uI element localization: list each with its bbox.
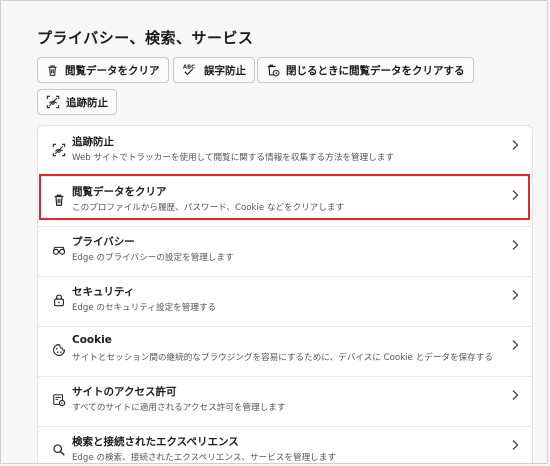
row-description: すべてのサイトに適用されるアクセス許可を管理します xyxy=(72,403,286,413)
spellcheck-icon: ABC xyxy=(183,64,195,76)
settings-row-tracking-prevention[interactable]: 追跡防止 Web サイトでトラッカーを使用して閲覧に関する情報を収集する方法を管… xyxy=(38,126,532,176)
page-title: プライバシー、検索、サービス xyxy=(37,29,254,47)
row-description: Web サイトでトラッカーを使用して閲覧に関する情報を収集する方法を管理します xyxy=(72,153,394,163)
settings-row-cookie[interactable]: Cookie サイトとセッション間の継続的なブラウジングを容易にするために、デバ… xyxy=(38,326,532,376)
settings-page: プライバシー、検索、サービス 閲覧データをクリア ABC 誤字防止 閉じるときに… xyxy=(0,0,548,464)
lock-icon xyxy=(54,294,64,307)
spellcheck-chip[interactable]: ABC 誤字防止 xyxy=(173,57,255,83)
row-title: セキュリティ xyxy=(72,286,135,298)
row-title: サイトのアクセス許可 xyxy=(72,386,177,398)
row-description: Edge のプライバシーの設定を管理します xyxy=(72,253,234,263)
chevron-right-icon xyxy=(512,240,519,250)
chevron-right-icon xyxy=(512,440,519,450)
tracking-prevention-icon xyxy=(52,143,66,157)
chip-label: 閲覧データをクリア xyxy=(65,64,160,77)
tracking-prevention-icon xyxy=(46,95,60,109)
row-description: サイトとセッション間の継続的なブラウジングを容易にするために、デバイスに Coo… xyxy=(72,353,493,363)
site-permissions-icon xyxy=(53,394,66,407)
chip-label: 誤字防止 xyxy=(204,64,246,77)
clear-on-close-chip[interactable]: 閉じるときに閲覧データをクリアする xyxy=(257,57,474,83)
chevron-right-icon xyxy=(512,390,519,400)
settings-row-security[interactable]: セキュリティ Edge のセキュリティ設定を管理する xyxy=(38,276,532,326)
row-description: Edge の検索、接続されたエクスペリエンス、サービスを管理します xyxy=(72,453,336,463)
row-title: プライバシー xyxy=(72,236,135,248)
chevron-right-icon xyxy=(512,140,519,150)
search-icon xyxy=(53,444,65,456)
tracking-prevention-chip[interactable]: 追跡防止 xyxy=(37,89,117,115)
svg-text:ABC: ABC xyxy=(183,64,195,70)
chevron-right-icon xyxy=(512,290,519,300)
settings-row-search-services[interactable]: 検索と接続されたエクスペリエンス Edge の検索、接続されたエクスペリエンス、… xyxy=(38,426,532,463)
highlight-box xyxy=(39,174,530,220)
row-title: 追跡防止 xyxy=(72,136,114,148)
row-title: Cookie xyxy=(72,334,112,346)
chevron-right-icon xyxy=(512,340,519,350)
settings-row-privacy[interactable]: プライバシー Edge のプライバシーの設定を管理します xyxy=(38,226,532,276)
clear-on-close-icon xyxy=(267,64,280,77)
row-title: 検索と接続されたエクスペリエンス xyxy=(72,436,239,448)
cookie-icon xyxy=(53,344,65,356)
clear-browsing-data-chip[interactable]: 閲覧データをクリア xyxy=(37,57,169,83)
glasses-icon xyxy=(52,246,66,255)
row-description: Edge のセキュリティ設定を管理する xyxy=(72,303,217,313)
settings-row-site-permissions[interactable]: サイトのアクセス許可 すべてのサイトに適用されるアクセス許可を管理します xyxy=(38,376,532,426)
trash-icon xyxy=(48,65,57,76)
chip-label: 追跡防止 xyxy=(66,96,108,109)
chip-label: 閉じるときに閲覧データをクリアする xyxy=(286,64,465,77)
